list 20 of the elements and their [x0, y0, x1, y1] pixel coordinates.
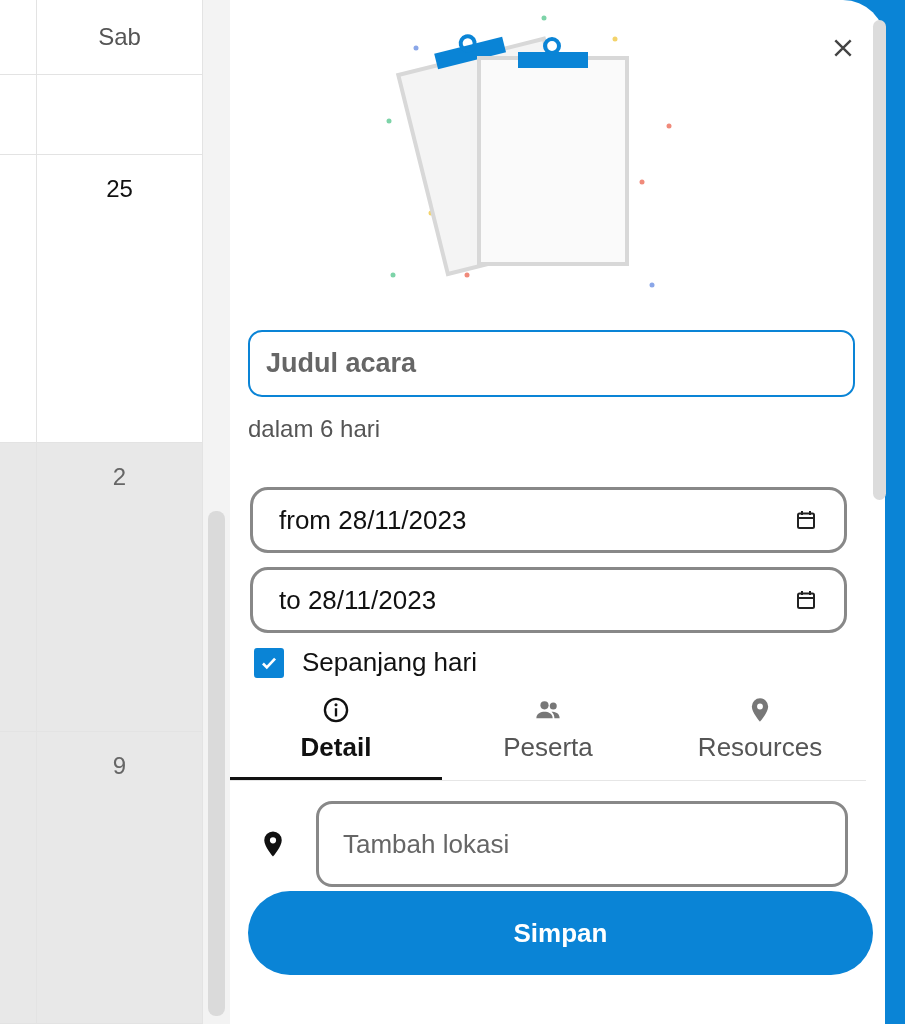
- location-field[interactable]: Tambah lokasi: [316, 801, 848, 887]
- calendar-icon[interactable]: [794, 508, 818, 532]
- save-button[interactable]: Simpan: [248, 891, 873, 975]
- date-field[interactable]: to 28/11/2023: [250, 567, 847, 633]
- relative-time-text: dalam 6 hari: [248, 415, 382, 443]
- info-icon: [322, 696, 350, 724]
- day-number[interactable]: 9: [112, 752, 127, 780]
- day-number[interactable]: 25: [106, 175, 133, 203]
- day-number[interactable]: 2: [112, 463, 127, 491]
- tab[interactable]: Peserta: [442, 688, 654, 780]
- scrollbar-thumb[interactable]: [873, 20, 886, 500]
- checkbox-label: Sepanjang hari: [302, 647, 477, 678]
- scrollbar-thumb[interactable]: [208, 511, 225, 1016]
- date-field[interactable]: from 28/11/2023: [250, 487, 847, 553]
- weekday-label: Sab: [98, 23, 141, 51]
- title-field[interactable]: Judul acara: [248, 330, 855, 397]
- checkbox[interactable]: [254, 647, 284, 678]
- tab[interactable]: Resources: [654, 688, 866, 780]
- calendar-icon[interactable]: [794, 588, 818, 612]
- tab[interactable]: Detail: [230, 688, 442, 780]
